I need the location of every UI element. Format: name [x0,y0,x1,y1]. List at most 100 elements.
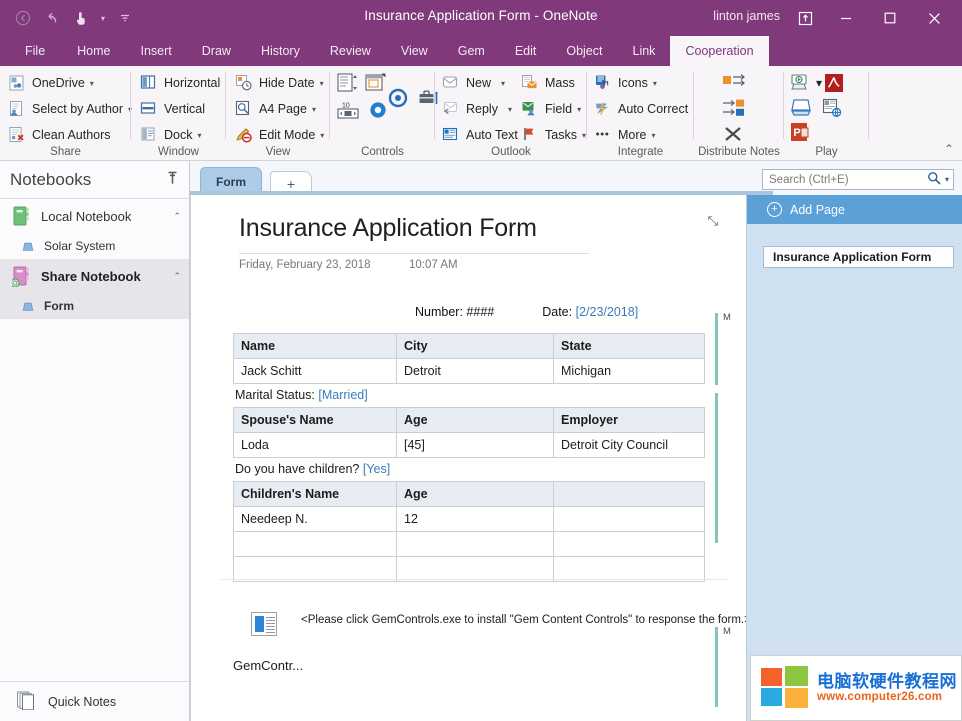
tab-home[interactable]: Home [62,36,125,66]
tab-view[interactable]: View [386,36,443,66]
auto-correct-button[interactable]: Auto Correct [594,96,690,122]
tab-link[interactable]: Link [618,36,671,66]
table-spouse[interactable]: Spouse's Name Age Employer Loda [45] Det… [233,407,705,458]
target-control-icon[interactable] [388,88,410,110]
powerpoint-icon[interactable]: P [790,122,812,142]
horizontal-button[interactable]: Horizontal [140,70,222,96]
scanner-icon[interactable] [790,97,814,119]
radio-control-icon[interactable] [368,100,390,122]
web-page-icon[interactable] [822,98,844,118]
tab-draw[interactable]: Draw [187,36,246,66]
marital-status-value[interactable]: [Married] [318,388,367,402]
tab-edit[interactable]: Edit [500,36,552,66]
section-item-form[interactable]: Form [0,293,189,319]
quick-notes-button[interactable]: Quick Notes [0,681,189,721]
collapse-ribbon-icon[interactable]: ⌃ [944,142,954,156]
cell-child-blank-3[interactable] [554,557,705,582]
outlook-mass-button[interactable]: Mass [521,70,588,96]
add-page-button[interactable]: + Add Page [747,195,962,224]
table-row[interactable]: Needeep N. 12 [234,507,705,532]
cell-employer[interactable]: Detroit City Council [554,433,705,458]
table-children[interactable]: Children's Name Age Needeep N. 12 [233,481,705,582]
cell-child-name-2[interactable] [234,532,397,557]
pdf-icon[interactable] [824,73,846,93]
children-question-value[interactable]: [Yes] [363,462,390,476]
tab-history[interactable]: History [246,36,315,66]
close-button[interactable] [912,0,956,36]
more-button[interactable]: More ▾ [594,122,690,148]
add-section-tab-button[interactable]: + [270,171,312,195]
table-primary[interactable]: Name City State Jack Schitt Detroit Mich… [233,333,705,384]
tab-object[interactable]: Object [551,36,617,66]
notebook-item-share-notebook[interactable]: Share Notebook ⌃ [0,259,189,293]
search-icon[interactable] [927,171,941,188]
cell-spouse-name[interactable]: Loda [234,433,397,458]
select-by-author-button[interactable]: Select by Author ▾ [8,96,134,122]
tab-review[interactable]: Review [315,36,386,66]
search-input[interactable]: Search (Ctrl+E) ▾ [762,169,954,190]
hide-date-button[interactable]: Hide Date ▾ [235,70,326,96]
outlook-field-chevron-down-icon[interactable]: ▾ [577,105,581,114]
date-value[interactable]: [2/23/2018] [576,305,639,319]
tab-gem[interactable]: Gem [443,36,500,66]
page-time[interactable]: 10:07 AM [409,259,458,271]
outlook-reply-chevron-down-icon[interactable]: ▾ [508,105,512,114]
gem-controls-icon[interactable] [251,612,277,636]
edit-mode-chevron-down-icon[interactable]: ▾ [320,131,324,140]
outlook-field-button[interactable]: Field ▾ [521,96,588,122]
clean-authors-button[interactable]: Clean Authors [8,122,134,148]
page-canvas[interactable]: ⤡ Insurance Application Form Friday, Feb… [190,195,746,721]
edit-mode-button[interactable]: Edit Mode ▾ [235,122,326,148]
cell-city[interactable]: Detroit [397,359,554,384]
notebook-chevron-up-icon[interactable]: ⌃ [173,271,181,282]
pin-icon[interactable] [166,171,179,188]
cell-name[interactable]: Jack Schitt [234,359,397,384]
dock-button[interactable]: Dock ▾ [140,122,222,148]
tab-insert[interactable]: Insert [126,36,187,66]
list-control-icon[interactable] [336,72,360,96]
icons-chevron-down-icon[interactable]: ▾ [653,79,657,88]
hide-date-chevron-down-icon[interactable]: ▾ [320,79,324,88]
tab-cooperation[interactable]: Cooperation [670,36,768,66]
outlook-tasks-button[interactable]: Tasks ▾ [521,122,588,148]
a4-page-chevron-down-icon[interactable]: ▾ [312,105,316,114]
distribute-out-icon[interactable] [722,72,748,94]
distribute-cancel-icon[interactable] [722,124,748,146]
page-title[interactable]: Insurance Application Form [239,214,537,243]
expand-page-icon[interactable]: ⤡ [708,213,718,229]
icons-button[interactable]: Icons ▾ [594,70,690,96]
outlook-reply-button[interactable]: Reply ▾ [442,96,520,122]
cell-child-age-2[interactable] [397,532,554,557]
outlook-new-button[interactable]: New ▾ [442,70,520,96]
user-account-name[interactable]: linton james [713,9,780,23]
cell-child-age-3[interactable] [397,557,554,582]
number-value[interactable]: #### [466,305,494,319]
cell-child-blank-2[interactable] [554,532,705,557]
vertical-button[interactable]: Vertical [140,96,222,122]
dock-chevron-down-icon[interactable]: ▾ [197,131,201,140]
notebook-item-local-notebook[interactable]: Local Notebook ⌃ [0,199,189,233]
minimize-button[interactable] [824,0,868,36]
play-projector-chevron-down-icon[interactable]: ▾ [816,76,822,90]
table-row[interactable] [234,557,705,582]
section-tab-form[interactable]: Form [200,167,262,195]
ribbon-display-options-icon[interactable] [786,0,824,36]
more-chevron-down-icon[interactable]: ▾ [651,131,655,140]
table-row[interactable]: Jack Schitt Detroit Michigan [234,359,705,384]
page-list-item[interactable]: Insurance Application Form [763,246,954,268]
onedrive-chevron-down-icon[interactable]: ▾ [90,79,94,88]
outlook-new-chevron-down-icon[interactable]: ▾ [501,79,505,88]
a4-page-button[interactable]: A4 Page ▾ [235,96,326,122]
cell-child-blank-1[interactable] [554,507,705,532]
distribute-in-icon[interactable] [722,98,748,120]
search-chevron-down-icon[interactable]: ▾ [945,175,949,184]
table-control-icon[interactable] [364,72,388,96]
notebook-chevron-up-icon[interactable]: ⌃ [173,211,181,222]
table-row[interactable]: Loda [45] Detroit City Council [234,433,705,458]
number-control-icon[interactable]: 10 [336,100,362,122]
cell-state[interactable]: Michigan [554,359,705,384]
cell-child-age-1[interactable]: 12 [397,507,554,532]
section-item-solar-system[interactable]: Solar System [0,233,189,259]
cell-child-name-1[interactable]: Needeep N. [234,507,397,532]
cell-child-name-3[interactable] [234,557,397,582]
